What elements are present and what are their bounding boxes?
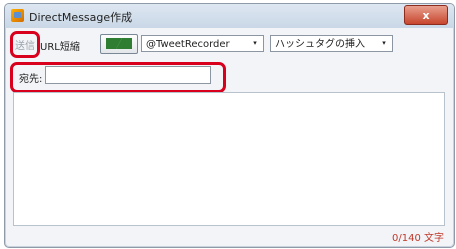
toolbar: 送信 URL短縮 @TweetRecorder ▾ ハッシュタグの挿入 ▾ xyxy=(5,31,454,58)
direct-message-window: DirectMessage作成 x 送信 URL短縮 @TweetRecorde… xyxy=(4,3,455,248)
url-shorten-icon xyxy=(106,38,122,49)
chevron-down-icon[interactable]: ▾ xyxy=(249,36,261,51)
hashtag-select[interactable]: ハッシュタグの挿入 ▾ xyxy=(270,35,393,52)
title-bar: DirectMessage作成 x xyxy=(5,4,454,28)
send-highlight xyxy=(10,31,40,58)
destination-row: 宛先: xyxy=(5,62,454,93)
destination-highlight xyxy=(10,62,226,93)
hashtag-select-value: ハッシュタグの挿入 xyxy=(275,39,365,50)
app-icon xyxy=(11,9,24,22)
window-title: DirectMessage作成 xyxy=(29,11,133,24)
url-shorten-button[interactable] xyxy=(100,34,138,54)
account-select-value: @TweetRecorder xyxy=(146,39,230,50)
char-counter: 0/140 文字 xyxy=(392,233,444,244)
account-select[interactable]: @TweetRecorder ▾ xyxy=(141,35,264,52)
chevron-down-icon[interactable]: ▾ xyxy=(378,36,390,51)
url-shorten-label: URL短縮 xyxy=(40,42,80,53)
url-shorten-icon xyxy=(116,38,132,49)
close-button[interactable]: x xyxy=(404,5,448,25)
message-textarea[interactable] xyxy=(13,92,445,226)
